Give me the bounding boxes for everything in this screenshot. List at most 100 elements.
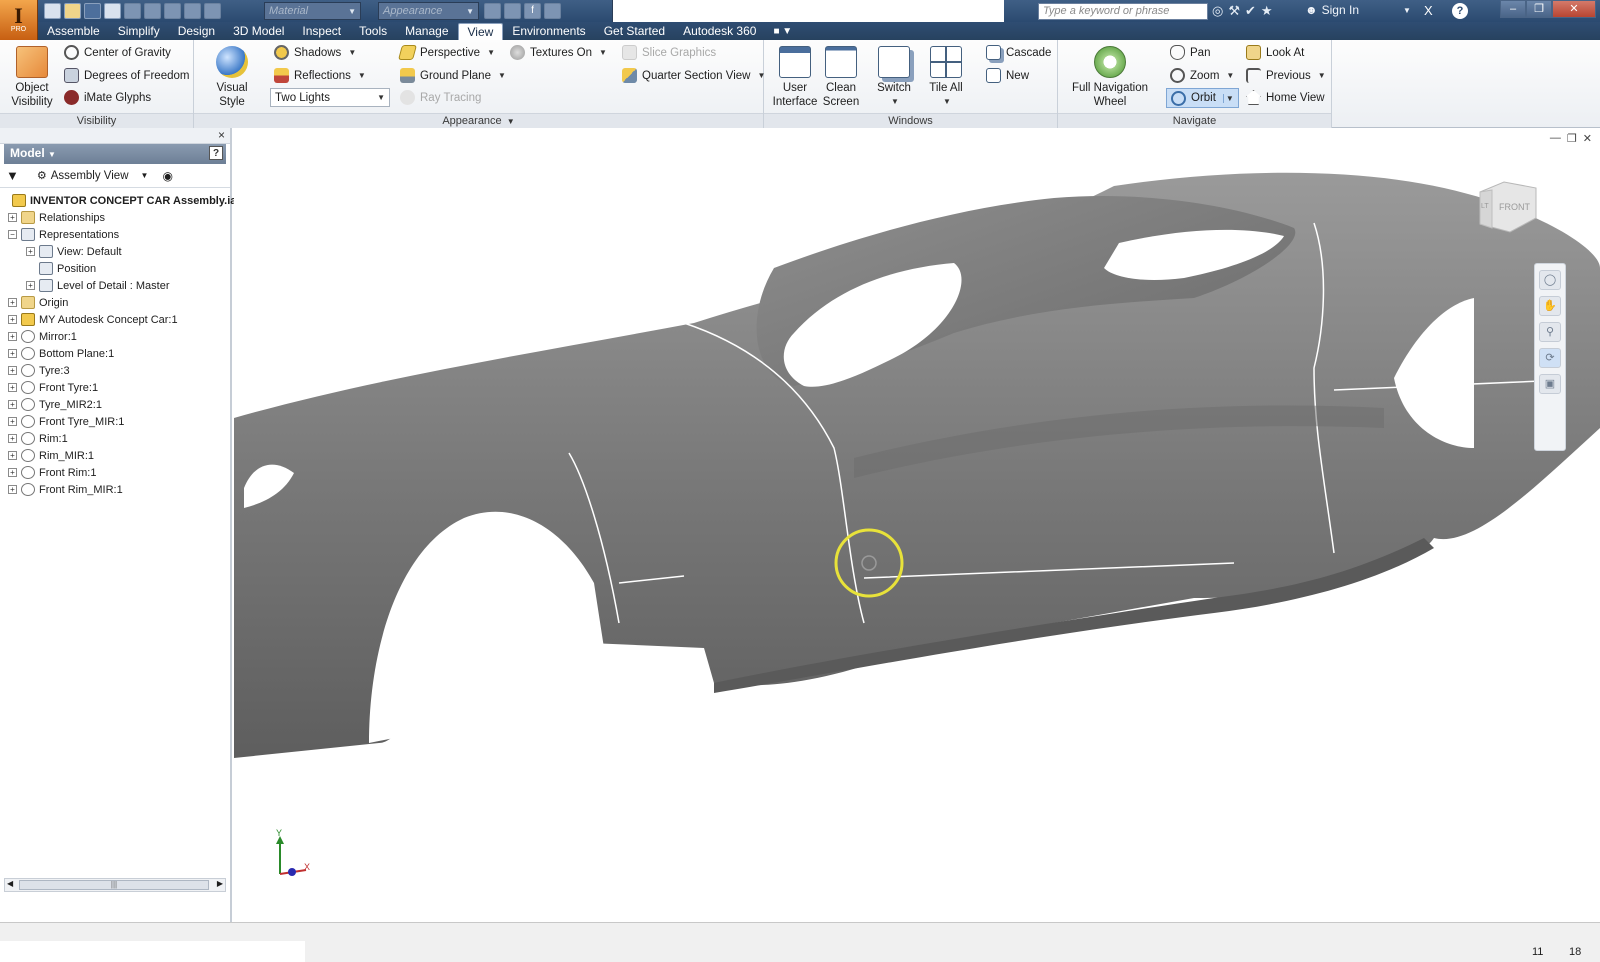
user-interface-button[interactable]: User Interface	[772, 46, 818, 109]
tab-assemble[interactable]: Assemble	[38, 23, 109, 40]
previous-view-button[interactable]: Previous ▼	[1246, 68, 1326, 83]
pan-button[interactable]: Pan	[1170, 45, 1210, 60]
undo-icon[interactable]	[104, 3, 121, 19]
tab-autodesk-360[interactable]: Autodesk 360	[674, 23, 765, 40]
steering-wheel-icon[interactable]: ◯	[1539, 270, 1561, 290]
zoom-button[interactable]: Zoom ▼	[1170, 68, 1234, 83]
wrench-icon[interactable]: ⚒	[1228, 3, 1240, 19]
tab-environments[interactable]: Environments	[503, 23, 594, 40]
fx-parameters-icon[interactable]: f	[524, 3, 541, 19]
reflections-button[interactable]: Reflections ▼	[274, 68, 366, 83]
scroll-left-icon[interactable]: ◀	[7, 879, 13, 888]
tree-root[interactable]: INVENTOR CONCEPT CAR Assembly.iam	[0, 192, 246, 209]
appearance-select[interactable]: Appearance ▼	[378, 2, 479, 20]
expand-icon[interactable]: +	[8, 417, 17, 426]
tree-item[interactable]: + Front Rim:1	[0, 464, 230, 481]
degrees-of-freedom-button[interactable]: Degrees of Freedom	[64, 68, 189, 83]
tree-item[interactable]: + Tyre_MIR2:1	[0, 396, 230, 413]
cascade-button[interactable]: Cascade	[986, 45, 1051, 60]
save-icon[interactable]	[84, 3, 101, 19]
tools-icon[interactable]: ✔	[1245, 3, 1256, 19]
tree-item[interactable]: + Rim_MIR:1	[0, 447, 230, 464]
update-icon[interactable]	[184, 3, 201, 19]
tree-item[interactable]: + Tyre:3	[0, 362, 230, 379]
tab-design[interactable]: Design	[169, 23, 224, 40]
scrollbar-thumb[interactable]: |||	[19, 880, 209, 890]
imate-glyphs-button[interactable]: iMate Glyphs	[64, 90, 151, 105]
open-folder-icon[interactable]	[64, 3, 81, 19]
help-search-input[interactable]: Type a keyword or phrase	[1038, 3, 1208, 20]
switch-window-button[interactable]: Switch ▼	[872, 46, 916, 109]
adjust-icon[interactable]	[504, 3, 521, 19]
sign-in-button[interactable]: ☻ Sign In ▼	[1305, 3, 1411, 17]
lighting-style-select[interactable]: Two Lights ▼	[270, 88, 390, 107]
clean-screen-button[interactable]: Clean Screen	[820, 46, 862, 109]
redo-icon[interactable]	[124, 3, 141, 19]
material-select[interactable]: Material ▼	[264, 2, 361, 20]
new-file-icon[interactable]	[44, 3, 61, 19]
browser-horizontal-scrollbar[interactable]: ◀ ||| ▶	[4, 878, 226, 892]
home-view-button[interactable]: Home View	[1246, 90, 1325, 105]
orbit-button[interactable]: Orbit ▼	[1166, 88, 1239, 108]
tree-item[interactable]: +Position	[0, 260, 230, 277]
expand-icon[interactable]: +	[8, 213, 17, 222]
measure-icon[interactable]	[544, 3, 561, 19]
star-icon[interactable]: ★	[1261, 3, 1273, 19]
assembly-view-select[interactable]: ⚙ Assembly View ▼	[37, 169, 149, 183]
close-icon[interactable]: ×	[218, 128, 225, 142]
filter-icon[interactable]: ▼	[6, 168, 19, 183]
graphics-viewport[interactable]: — ❐ ✕ LT FRONT ◯ ✋ ⚲ ⟳ ▣ Y X	[234, 128, 1600, 922]
minimize-button[interactable]: –	[1500, 0, 1526, 18]
tab-3d-model[interactable]: 3D Model	[224, 23, 293, 40]
ray-tracing-button[interactable]: Ray Tracing	[400, 90, 481, 105]
expand-icon[interactable]: +	[8, 315, 17, 324]
exchange-apps-icon[interactable]: X	[1424, 3, 1433, 18]
select-icon[interactable]	[164, 3, 181, 19]
object-visibility-button[interactable]: Object Visibility	[6, 46, 58, 109]
appearance-panel-label[interactable]: Appearance ▼	[194, 113, 763, 128]
tree-item[interactable]: + Front Tyre:1	[0, 379, 230, 396]
new-window-button[interactable]: New	[986, 68, 1029, 83]
tree-item[interactable]: + Level of Detail : Master	[0, 277, 230, 294]
full-navigation-wheel-button[interactable]: Full Navigation Wheel	[1064, 46, 1156, 109]
zoom-icon[interactable]: ⚲	[1539, 322, 1561, 342]
expand-icon[interactable]: +	[8, 468, 17, 477]
tab-tools[interactable]: Tools	[350, 23, 396, 40]
restore-button[interactable]: ❐	[1526, 0, 1552, 18]
browser-title-bar[interactable]: Model ▼ ?	[4, 144, 226, 164]
tree-item[interactable]: + View: Default	[0, 243, 230, 260]
ribbon-display-toggle-icon[interactable]: ■ ▼	[773, 24, 792, 40]
orbit-icon[interactable]: ⟳	[1539, 348, 1561, 368]
pan-hand-icon[interactable]: ✋	[1539, 296, 1561, 316]
tree-item[interactable]: + Origin	[0, 294, 230, 311]
tree-item[interactable]: + Rim:1	[0, 430, 230, 447]
expand-icon[interactable]: +	[8, 383, 17, 392]
expand-icon[interactable]: +	[26, 247, 35, 256]
tree-item[interactable]: + MY Autodesk Concept Car:1	[0, 311, 230, 328]
center-of-gravity-button[interactable]: Center of Gravity	[64, 45, 171, 60]
expand-icon[interactable]: +	[8, 485, 17, 494]
tree-item[interactable]: − Representations	[0, 226, 230, 243]
expand-icon[interactable]: +	[8, 400, 17, 409]
viewcube[interactable]: LT FRONT	[1474, 178, 1540, 238]
tab-simplify[interactable]: Simplify	[109, 23, 169, 40]
application-menu-button[interactable]: I PRO	[0, 0, 38, 40]
quarter-section-view-button[interactable]: Quarter Section View ▼	[622, 68, 765, 83]
color-globe-icon[interactable]	[204, 3, 221, 19]
tree-item[interactable]: + Front Rim_MIR:1	[0, 481, 230, 498]
help-icon[interactable]: ?	[1452, 3, 1468, 19]
expand-icon[interactable]: +	[8, 434, 17, 443]
close-button[interactable]: ✕	[1552, 0, 1596, 18]
car-model-render[interactable]	[234, 128, 1600, 922]
expand-icon[interactable]: +	[8, 349, 17, 358]
collapse-icon[interactable]: −	[8, 230, 17, 239]
expand-icon[interactable]: +	[8, 451, 17, 460]
perspective-button[interactable]: Perspective ▼	[397, 45, 495, 60]
ground-plane-button[interactable]: Ground Plane ▼	[400, 68, 506, 83]
shadows-button[interactable]: Shadows ▼	[274, 45, 356, 60]
look-at-button[interactable]: Look At	[1246, 45, 1304, 60]
tree-item[interactable]: + Bottom Plane:1	[0, 345, 230, 362]
tab-manage[interactable]: Manage	[396, 23, 457, 40]
visual-style-button[interactable]: Visual Style ▼	[204, 46, 260, 123]
look-at-icon[interactable]: ▣	[1539, 374, 1561, 394]
